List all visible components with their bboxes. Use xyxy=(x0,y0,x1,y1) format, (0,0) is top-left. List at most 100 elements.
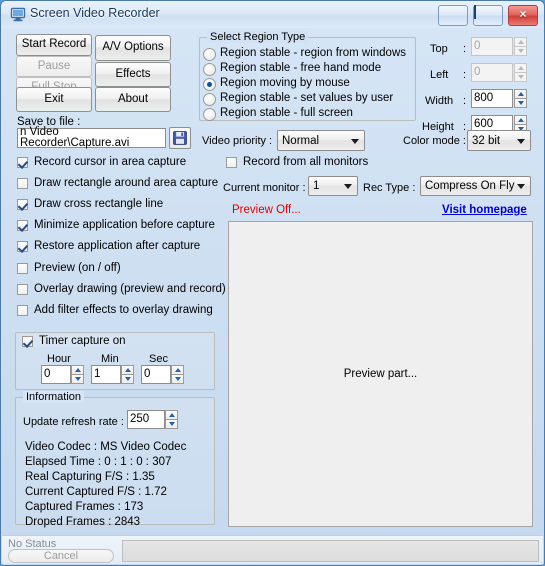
current-monitor-select[interactable]: 1 xyxy=(308,176,358,196)
preview-placeholder-text: Preview part... xyxy=(343,368,418,380)
maximize-icon xyxy=(473,5,502,25)
timer-hour-spinner-down[interactable] xyxy=(71,374,84,384)
option-draw-rectangle-label: Draw rectangle around area capture xyxy=(34,177,219,189)
rec-type-select[interactable]: Compress On Fly xyxy=(420,176,531,196)
close-button[interactable]: × xyxy=(508,5,538,26)
window-title: Screen Video Recorder xyxy=(30,6,160,20)
rec-type-value: Compress On Fly xyxy=(425,180,515,192)
option-preview-toggle-label: Preview (on / off) xyxy=(34,262,121,274)
option-restore-after-label: Restore application after capture xyxy=(34,240,201,252)
timer-capture-label: Timer capture on xyxy=(39,335,126,347)
update-refresh-rate-input[interactable]: 250 xyxy=(127,410,165,429)
option-overlay-drawing[interactable]: Overlay drawing (preview and record) xyxy=(16,283,226,295)
top-spinner-down[interactable] xyxy=(514,46,527,56)
minimize-button[interactable] xyxy=(437,5,468,26)
refresh-rate-spinner[interactable] xyxy=(165,410,178,429)
timer-sec-spinner-up[interactable] xyxy=(171,365,184,375)
exit-button[interactable]: Exit xyxy=(16,87,92,112)
chevron-down-icon xyxy=(517,138,525,144)
info-droped-frames: Droped Frames : 2843 xyxy=(25,516,141,528)
color-mode-select[interactable]: 32 bit xyxy=(467,130,531,151)
av-options-button[interactable]: A/V Options xyxy=(95,35,171,61)
option-record-cursor[interactable]: Record cursor in area capture xyxy=(16,156,186,168)
chevron-down-icon xyxy=(351,138,359,144)
progress-bar xyxy=(122,540,539,562)
record-all-monitors-checkbox[interactable]: Record from all monitors xyxy=(225,156,368,168)
region-option-3[interactable]: Region stable - set values by user xyxy=(202,92,393,106)
top-label: Top xyxy=(430,43,448,55)
option-preview-toggle[interactable]: Preview (on / off) xyxy=(16,262,121,274)
close-icon: × xyxy=(519,7,527,21)
left-spinner[interactable] xyxy=(514,63,527,82)
info-real-capturing-fs: Real Capturing F/S : 1.35 xyxy=(25,471,155,483)
preview-status: Preview Off... xyxy=(232,204,301,216)
refresh-rate-spinner-up[interactable] xyxy=(165,410,178,420)
timer-capture-checkbox[interactable]: Timer capture on xyxy=(21,335,126,347)
timer-min-spinner-down[interactable] xyxy=(121,374,134,384)
left-spinner-down[interactable] xyxy=(514,72,527,82)
timer-sec-input[interactable]: 0 xyxy=(141,365,171,384)
timer-hour-input[interactable]: 0 xyxy=(41,365,71,384)
left-input[interactable]: 0 xyxy=(471,63,513,82)
timer-min-spinner[interactable] xyxy=(121,365,134,384)
info-video-codec: Video Codec : MS Video Codec xyxy=(25,441,187,453)
timer-min-label: Min xyxy=(101,353,119,365)
region-option-2-label: Region moving by mouse xyxy=(220,77,350,89)
option-record-cursor-label: Record cursor in area capture xyxy=(34,156,187,168)
width-input[interactable]: 800 xyxy=(471,89,513,108)
region-option-0-label: Region stable - region from windows xyxy=(220,47,407,59)
option-minimize-before-label: Minimize application before capture xyxy=(34,219,215,231)
region-option-0[interactable]: Region stable - region from windows xyxy=(202,47,407,61)
option-draw-cross-line-label: Draw cross rectangle line xyxy=(34,198,164,210)
visit-homepage-link[interactable]: Visit homepage xyxy=(442,204,527,216)
left-spinner-up[interactable] xyxy=(514,63,527,73)
effects-button[interactable]: Effects xyxy=(95,62,171,87)
timer-sec-spinner[interactable] xyxy=(171,365,184,384)
option-filter-effects[interactable]: Add filter effects to overlay drawing xyxy=(16,304,213,316)
timer-hour-spinner-up[interactable] xyxy=(71,365,84,375)
pause-button[interactable]: Pause xyxy=(16,56,92,77)
top-spinner-up[interactable] xyxy=(514,37,527,47)
video-priority-select[interactable]: Normal xyxy=(277,130,365,151)
option-restore-after[interactable]: Restore application after capture xyxy=(16,240,200,252)
timer-min-spinner-up[interactable] xyxy=(121,365,134,375)
region-option-2[interactable]: Region moving by mouse xyxy=(202,77,350,91)
info-current-captured-fs: Current Captured F/S : 1.72 xyxy=(25,486,167,498)
chevron-down-icon xyxy=(344,184,352,189)
option-draw-rectangle[interactable]: Draw rectangle around area capture xyxy=(16,177,218,189)
region-option-1[interactable]: Region stable - free hand mode xyxy=(202,62,382,76)
height-label: Height xyxy=(422,121,454,133)
rec-type-label: Rec Type : xyxy=(363,182,416,194)
current-monitor-label: Current monitor : xyxy=(223,182,306,194)
refresh-rate-spinner-down[interactable] xyxy=(165,419,178,429)
about-button[interactable]: About xyxy=(95,87,171,112)
top-input[interactable]: 0 xyxy=(471,37,513,56)
option-draw-cross-line[interactable]: Draw cross rectangle line xyxy=(16,198,163,210)
save-file-button[interactable] xyxy=(169,127,191,149)
timer-hour-spinner[interactable] xyxy=(71,365,84,384)
option-minimize-before[interactable]: Minimize application before capture xyxy=(16,219,215,231)
current-monitor-value: 1 xyxy=(313,180,320,192)
color-mode-value: 32 bit xyxy=(472,134,501,147)
region-option-1-label: Region stable - free hand mode xyxy=(220,62,382,74)
width-label: Width xyxy=(425,95,454,107)
monitor-icon xyxy=(10,7,26,22)
width-spinner-up[interactable] xyxy=(514,89,527,99)
cancel-button[interactable]: Cancel xyxy=(8,549,114,563)
region-option-4[interactable]: Region stable - full screen xyxy=(202,107,353,121)
timer-sec-spinner-down[interactable] xyxy=(171,374,184,384)
timer-min-input[interactable]: 1 xyxy=(91,365,121,384)
width-spinner-down[interactable] xyxy=(514,98,527,108)
height-spinner-up[interactable] xyxy=(514,115,527,125)
start-record-button[interactable]: Start Record xyxy=(16,34,92,56)
height-separator: : xyxy=(463,121,467,133)
width-spinner[interactable] xyxy=(514,89,527,108)
video-priority-label: Video priority : xyxy=(202,135,273,147)
left-label: Left xyxy=(430,69,449,81)
preview-panel[interactable]: Preview part... xyxy=(228,221,533,527)
info-elapsed-time: Elapsed Time : 0 : 1 : 0 : 307 xyxy=(25,456,172,468)
top-spinner[interactable] xyxy=(514,37,527,56)
floppy-disk-icon xyxy=(173,131,187,145)
save-path-input[interactable]: n Video Recorder\Capture.avi xyxy=(17,126,166,149)
maximize-button[interactable] xyxy=(472,5,503,26)
